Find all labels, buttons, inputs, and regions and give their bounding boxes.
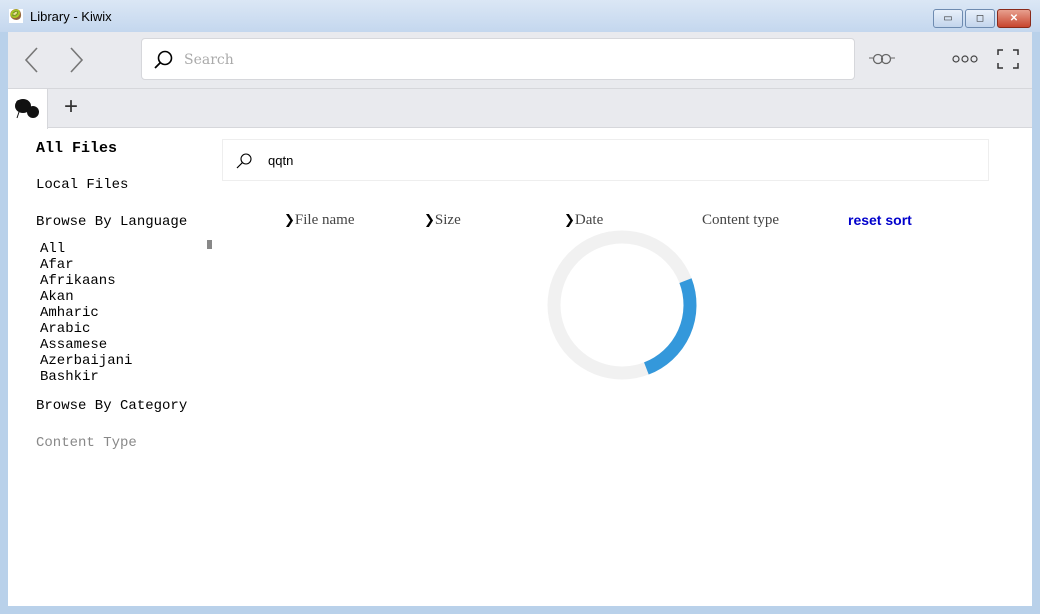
sort-file-name[interactable]: ❯File name (284, 212, 354, 229)
language-item[interactable]: Azerbaijani (40, 353, 132, 369)
forward-icon[interactable] (66, 46, 86, 74)
window-title: Library - Kiwix (30, 9, 112, 24)
reset-sort-link[interactable]: reset sort (848, 212, 912, 228)
column-content-type: Content type (702, 212, 780, 228)
close-button[interactable]: ✕ (997, 9, 1031, 28)
column-label: Size (434, 212, 461, 228)
kiwix-logo-icon: 🥝 (9, 9, 23, 23)
spinner-arc (643, 278, 697, 375)
kiwi-icon (15, 99, 39, 119)
search-icon (154, 50, 173, 69)
filter-value: qqtn (268, 153, 294, 168)
sidebar-all-files[interactable]: All Files (36, 140, 117, 157)
sidebar-content-type[interactable]: Content Type (36, 435, 137, 451)
language-item[interactable]: Akan (40, 289, 74, 305)
sort-arrow-icon: ❯ (284, 213, 295, 228)
column-label: Date (574, 212, 604, 228)
back-icon[interactable] (22, 46, 42, 74)
sidebar-browse-language[interactable]: Browse By Language (36, 214, 187, 230)
search-icon (236, 153, 252, 169)
loading-spinner (547, 230, 697, 380)
library-filter-input[interactable]: qqtn (222, 139, 989, 181)
language-item[interactable]: All (40, 241, 65, 257)
language-item[interactable]: Amharic (40, 305, 99, 321)
sort-arrow-icon: ❯ (564, 213, 575, 228)
new-tab-button[interactable]: + (64, 93, 78, 121)
sort-date[interactable]: ❯Date (564, 212, 603, 229)
toolbar: Search (8, 32, 1032, 88)
sort-arrow-icon: ❯ (424, 213, 435, 228)
app-window: Search + All Files Local Files Browse By… (8, 32, 1032, 606)
sidebar-local-files[interactable]: Local Files (36, 177, 128, 193)
address-search-bar[interactable]: Search (141, 38, 855, 80)
language-item[interactable]: Bashkir (40, 369, 99, 385)
language-item[interactable]: Afar (40, 257, 74, 273)
sort-size[interactable]: ❯Size (424, 212, 461, 229)
reading-glasses-icon[interactable] (869, 52, 895, 66)
maximize-button[interactable]: ◻ (965, 9, 995, 28)
title-bar: 🥝 Library - Kiwix ▭ ◻ ✕ (0, 0, 1040, 32)
minimize-button[interactable]: ▭ (933, 9, 963, 28)
language-item[interactable]: Arabic (40, 321, 90, 337)
tab-library[interactable] (8, 89, 48, 129)
language-item[interactable]: Afrikaans (40, 273, 116, 289)
column-label: File name (294, 212, 355, 228)
sidebar-browse-category[interactable]: Browse By Category (36, 398, 187, 414)
fullscreen-icon[interactable] (997, 49, 1019, 69)
more-options-icon[interactable] (952, 54, 980, 64)
tab-bar: + (8, 88, 1032, 129)
search-placeholder: Search (184, 52, 234, 68)
language-list-scrollbar[interactable] (207, 240, 212, 249)
language-item[interactable]: Assamese (40, 337, 107, 353)
